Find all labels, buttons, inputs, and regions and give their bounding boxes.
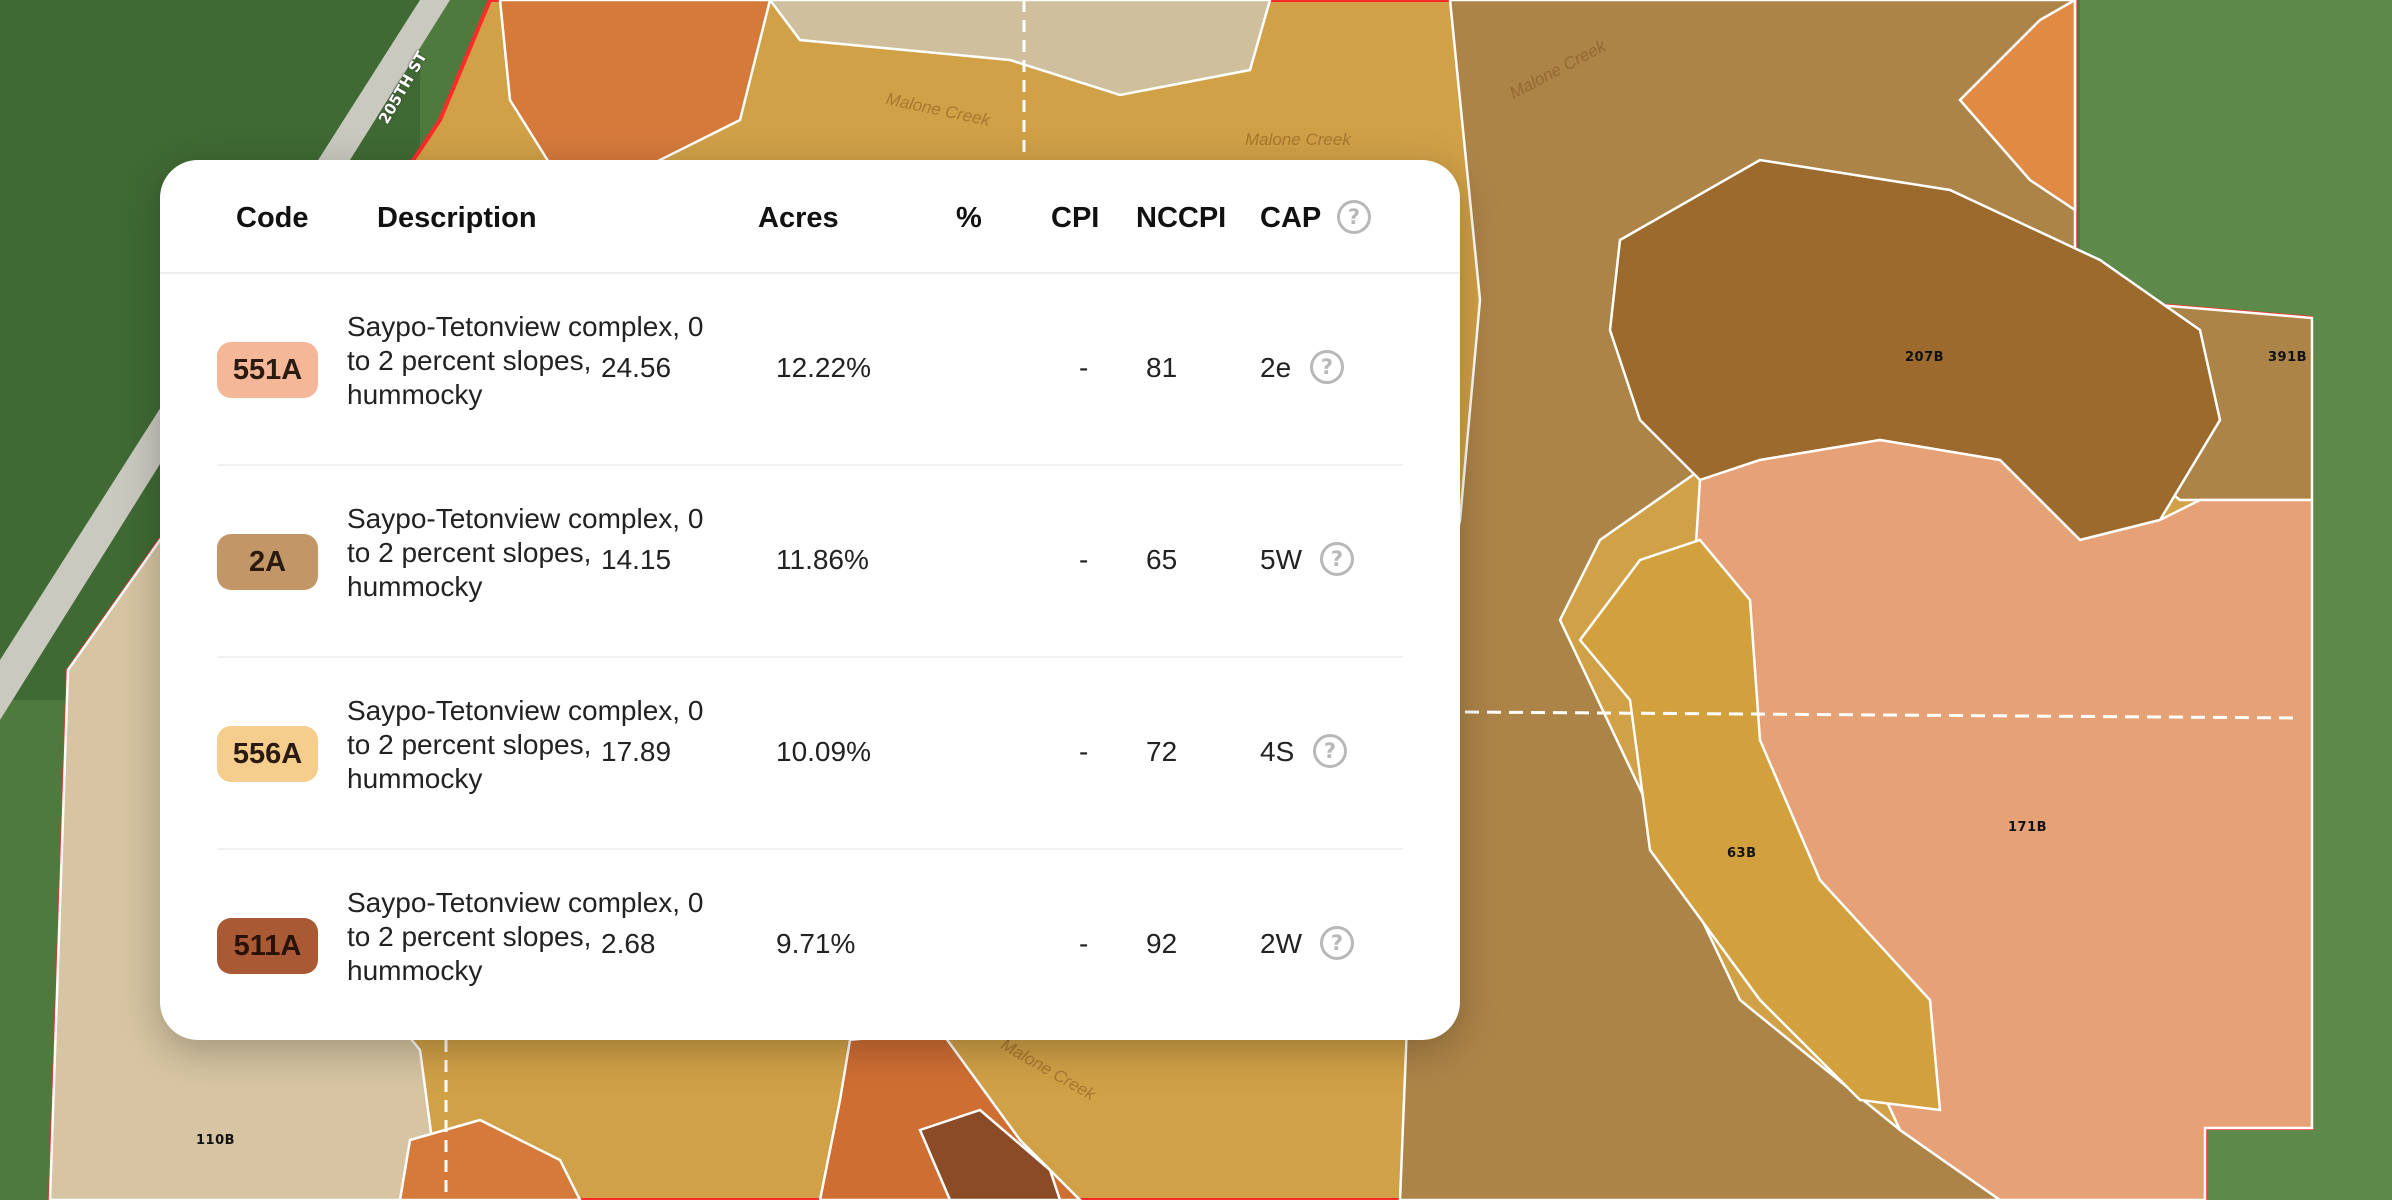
cap-value: 2e	[1260, 352, 1292, 383]
soil-code-badge: 2A	[217, 534, 318, 590]
cpi-value: -	[1079, 352, 1089, 383]
acres-value: 24.56	[601, 352, 672, 383]
table-row[interactable]: 2A Saypo-Tetonview complex, 0 to 2 perce…	[217, 464, 1403, 658]
cpi-value: -	[1079, 928, 1089, 959]
question-circle-icon[interactable]: ?	[1310, 350, 1344, 384]
question-circle-icon[interactable]: ?	[1337, 200, 1371, 234]
header-acres[interactable]: Acres	[758, 202, 839, 235]
percent-value: 12.22%	[776, 352, 871, 383]
header-description[interactable]: Description	[377, 202, 537, 235]
nccpi-value: 92	[1146, 928, 1178, 959]
table-header: Code Description Acres % CPI NCCPI CAP ?	[160, 160, 1460, 274]
table-row[interactable]: 551A Saypo-Tetonview complex, 0 to 2 per…	[217, 272, 1403, 466]
cap-value: 5W	[1260, 544, 1302, 575]
cap-value: 4S	[1260, 736, 1295, 767]
creek-label: Malone Creek	[1245, 130, 1351, 149]
acres-value: 2.68	[601, 928, 656, 959]
soil-label: 171B	[2008, 820, 2048, 835]
cpi-value: -	[1079, 736, 1089, 767]
question-circle-icon[interactable]: ?	[1313, 734, 1347, 768]
soil-code-badge: 551A	[217, 342, 318, 398]
header-percent[interactable]: %	[956, 202, 982, 235]
question-circle-icon[interactable]: ?	[1320, 542, 1354, 576]
percent-value: 11.86%	[776, 544, 869, 575]
soil-table-card: Code Description Acres % CPI NCCPI CAP ?…	[160, 160, 1460, 1040]
cpi-value: -	[1079, 544, 1089, 575]
header-cap[interactable]: CAP	[1260, 202, 1321, 235]
soil-label: 207B	[1905, 350, 1945, 365]
soil-code-badge: 556A	[217, 726, 318, 782]
nccpi-value: 65	[1146, 544, 1178, 575]
header-nccpi[interactable]: NCCPI	[1136, 202, 1226, 235]
percent-value: 9.71%	[776, 928, 856, 959]
header-code[interactable]: Code	[236, 202, 309, 235]
cap-value: 2W	[1260, 928, 1302, 959]
soil-label: 63B	[1727, 846, 1757, 861]
percent-value: 10.09%	[776, 736, 871, 767]
soil-label: 391B	[2268, 350, 2308, 365]
nccpi-value: 72	[1146, 736, 1178, 767]
question-circle-icon[interactable]: ?	[1320, 926, 1354, 960]
header-cpi[interactable]: CPI	[1051, 202, 1099, 235]
soil-label: 110B	[196, 1133, 236, 1148]
acres-value: 14.15	[601, 544, 672, 575]
nccpi-value: 81	[1146, 352, 1178, 383]
soil-code-badge: 511A	[217, 918, 318, 974]
table-row[interactable]: 556A Saypo-Tetonview complex, 0 to 2 per…	[217, 656, 1403, 850]
table-row[interactable]: 511A Saypo-Tetonview complex, 0 to 2 per…	[217, 848, 1403, 1040]
acres-value: 17.89	[601, 736, 672, 767]
